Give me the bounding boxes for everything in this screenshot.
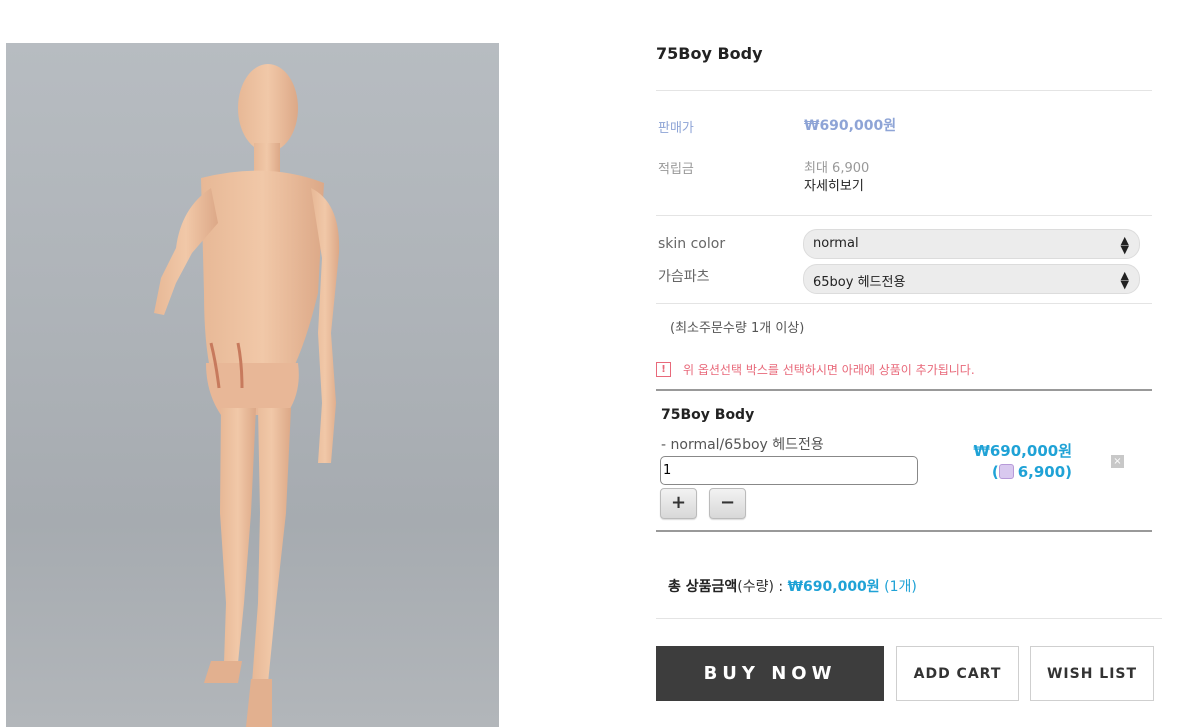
select-chevron-icon: ▲ ▼ [1120,234,1129,256]
wish-list-button[interactable]: WISH LIST [1030,646,1154,701]
selected-item-price: ₩690,000원 [973,442,1072,460]
option-notice: ! 위 옵션선택 박스를 선택하시면 아래에 상품이 추가됩니다. [656,361,975,378]
option-label-skin-color: skin color [658,236,726,252]
selected-item-name: 75Boy Body [661,407,755,423]
alert-icon: ! [656,362,671,377]
points-open-paren: ( [991,463,999,481]
divider [656,215,1152,216]
points-icon [998,464,1014,479]
total-label: 총 상품금액 [668,579,738,595]
buy-now-button[interactable]: BUY NOW [656,646,884,701]
total-count: (1개) [879,579,917,595]
points-label: 적립금 [658,162,694,177]
product-title: 75Boy Body [656,44,763,63]
divider [656,303,1152,304]
selected-item-option: - normal/65boy 헤드전용 [661,437,824,453]
remove-item-icon[interactable]: × [1111,455,1124,468]
quantity-plus-button[interactable]: + [660,488,697,519]
divider [656,90,1152,91]
option-label-chest-parts: 가슴파츠 [658,269,710,285]
doll-figure-illustration [154,64,340,727]
points-detail-link[interactable]: 자세히보기 [804,175,864,194]
total-label-qty: (수량) : [737,579,788,595]
select-chevron-icon: ▲ ▼ [1120,269,1129,291]
price-label: 판매가 [658,121,694,136]
add-cart-button[interactable]: ADD CART [896,646,1019,701]
divider [656,389,1152,391]
chest-parts-select[interactable]: 65boy 헤드전용 ▲ ▼ [803,264,1140,294]
price-value: ₩690,000원 [804,118,897,134]
selected-item-points: (6,900) [992,463,1072,481]
min-order-note: (최소주문수량 1개 이상) [670,321,805,336]
product-image [6,43,499,727]
total-price: 총 상품금액(수량) : ₩690,000원 (1개) [668,576,917,596]
quantity-minus-button[interactable]: − [709,488,746,519]
total-amount: ₩690,000원 [787,579,880,595]
skin-color-select[interactable]: normal ▲ ▼ [803,229,1140,259]
quantity-input[interactable] [660,456,918,485]
divider [656,618,1162,619]
notice-text: 위 옵션선택 박스를 선택하시면 아래에 상품이 추가됩니다. [683,363,975,377]
points-value: 6,900) [1017,463,1072,481]
divider [656,530,1152,532]
chest-parts-select-value: 65boy 헤드전용 [813,275,906,290]
points-max: 최대 6,900 [804,161,870,176]
skin-color-select-value: normal [813,236,859,251]
